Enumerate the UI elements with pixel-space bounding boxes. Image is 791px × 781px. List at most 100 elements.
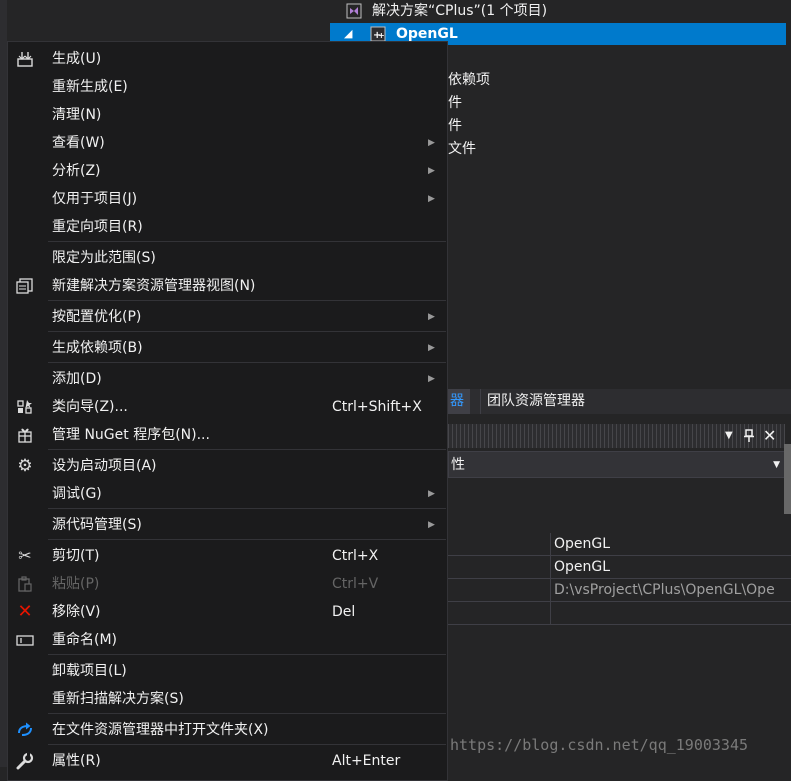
menu-separator	[48, 331, 446, 332]
menu-item-label: 移除(V)	[52, 604, 101, 620]
submenu-arrow-icon: ▶	[428, 312, 435, 322]
menu-item-unload-project[interactable]: 卸载项目(L)	[8, 657, 447, 685]
menu-item-label: 类向导(Z)...	[52, 399, 128, 415]
property-row[interactable]	[448, 602, 791, 625]
close-icon[interactable]: ✕	[763, 424, 776, 448]
new-view-icon	[16, 277, 34, 295]
submenu-arrow-icon: ▶	[428, 520, 435, 530]
menu-separator	[48, 449, 446, 450]
tree-item-headers[interactable]: 件	[448, 92, 462, 114]
class-wizard-icon	[16, 398, 34, 416]
menu-separator	[48, 713, 446, 714]
wrench-icon	[16, 752, 34, 770]
menu-item-label: 源代码管理(S)	[52, 517, 142, 533]
refresh-arrow-icon	[16, 721, 34, 739]
property-divider	[550, 556, 551, 579]
menu-item-build-dependencies[interactable]: 生成依赖项(B) ▶	[8, 334, 447, 362]
menu-item-label: 剪切(T)	[52, 548, 100, 564]
menu-item-build[interactable]: 生成(U)	[8, 45, 447, 73]
property-divider	[550, 579, 551, 602]
tab-team-explorer[interactable]: 团队资源管理器	[480, 389, 591, 414]
menu-item-analyze[interactable]: 分析(Z) ▶	[8, 157, 447, 185]
menu-item-project-only[interactable]: 仅用于项目(J) ▶	[8, 185, 447, 213]
menu-item-clean[interactable]: 清理(N)	[8, 101, 447, 129]
property-row[interactable]: OpenGL	[448, 533, 791, 556]
menu-item-label: 在文件资源管理器中打开文件夹(X)	[52, 722, 269, 738]
menu-item-open-in-file-explorer[interactable]: 在文件资源管理器中打开文件夹(X)	[8, 716, 447, 744]
tree-item-sources[interactable]: 件	[448, 115, 462, 137]
vc-project-icon: + +	[370, 26, 386, 42]
watermark-url: https://blog.csdn.net/qq_19003345	[450, 736, 749, 754]
gear-icon: ⚙	[17, 456, 33, 476]
menu-item-source-control[interactable]: 源代码管理(S) ▶	[8, 511, 447, 539]
property-value: D:\vsProject\CPlus\OpenGL\Ope	[554, 582, 775, 598]
menu-item-manage-nuget[interactable]: 管理 NuGet 程序包(N)...	[8, 421, 447, 449]
pin-icon[interactable]	[743, 424, 755, 448]
menu-item-label: 属性(R)	[52, 753, 101, 769]
submenu-arrow-icon: ▶	[428, 374, 435, 384]
submenu-arrow-icon: ▶	[428, 194, 435, 204]
menu-separator	[48, 241, 446, 242]
menu-item-label: 仅用于项目(J)	[52, 191, 138, 207]
property-value: OpenGL	[554, 559, 611, 575]
menu-item-shortcut: Ctrl+X	[332, 548, 379, 564]
submenu-arrow-icon: ▶	[428, 489, 435, 499]
solution-root-node[interactable]: 解决方案“CPlus”(1 个项目)	[330, 0, 791, 22]
menu-item-label: 生成依赖项(B)	[52, 340, 143, 356]
properties-selector-text: 性	[451, 457, 465, 473]
property-row[interactable]: D:\vsProject\CPlus\OpenGL\Ope	[448, 579, 791, 602]
window-position-dropdown-icon[interactable]: ▼	[725, 424, 733, 448]
menu-item-rebuild[interactable]: 重新生成(E)	[8, 73, 447, 101]
menu-item-label: 重新生成(E)	[52, 79, 128, 95]
menu-item-rescan-solution[interactable]: 重新扫描解决方案(S)	[8, 685, 447, 713]
tree-item-dependencies[interactable]: 依赖项	[448, 69, 490, 91]
tree-item-resources[interactable]: 文件	[448, 138, 476, 160]
properties-header: ▼ ✕	[448, 424, 785, 448]
menu-item-add[interactable]: 添加(D) ▶	[8, 365, 447, 393]
property-row[interactable]: OpenGL	[448, 556, 791, 579]
menu-item-label: 添加(D)	[52, 371, 102, 387]
menu-item-debug[interactable]: 调试(G) ▶	[8, 480, 447, 508]
menu-item-class-wizard[interactable]: 类向导(Z)... Ctrl+Shift+X	[8, 393, 447, 421]
menu-item-paste: 粘贴(P) Ctrl+V	[8, 570, 447, 598]
submenu-arrow-icon: ▶	[428, 166, 435, 176]
menu-item-set-startup-project[interactable]: ⚙ 设为启动项目(A)	[8, 452, 447, 480]
menu-item-remove[interactable]: ✕ 移除(V) Del	[8, 598, 447, 626]
menu-item-cut[interactable]: ✂ 剪切(T) Ctrl+X	[8, 542, 447, 570]
tab-solution-explorer[interactable]: 器	[448, 389, 470, 414]
properties-object-selector[interactable]: 性 ▼	[448, 451, 785, 478]
menu-item-shortcut: Ctrl+Shift+X	[332, 399, 422, 415]
menu-item-label: 生成(U)	[52, 51, 102, 67]
menu-item-properties[interactable]: 属性(R) Alt+Enter	[8, 747, 447, 775]
menu-separator	[48, 508, 446, 509]
menu-separator	[48, 654, 446, 655]
explorer-tab-bar: 器 团队资源管理器	[448, 389, 791, 414]
menu-separator	[48, 300, 446, 301]
menu-item-profile-guided-optimization[interactable]: 按配置优化(P) ▶	[8, 303, 447, 331]
menu-item-shortcut: Del	[332, 604, 356, 620]
scissors-icon: ✂	[18, 546, 32, 565]
menu-item-retarget[interactable]: 重定向项目(R)	[8, 213, 447, 241]
scrollbar-thumb[interactable]	[784, 444, 791, 514]
menu-item-view[interactable]: 查看(W) ▶	[8, 129, 447, 157]
left-edge-strip	[0, 0, 7, 767]
submenu-arrow-icon: ▶	[428, 343, 435, 353]
solution-root-label: 解决方案“CPlus”(1 个项目)	[372, 3, 548, 19]
nuget-package-icon	[16, 426, 34, 444]
menu-separator	[48, 539, 446, 540]
menu-item-rename[interactable]: 重命名(M)	[8, 626, 447, 654]
menu-item-scope-to-this[interactable]: 限定为此范围(S)	[8, 244, 447, 272]
menu-item-label: 新建解决方案资源管理器视图(N)	[52, 278, 256, 294]
menu-item-label: 查看(W)	[52, 135, 105, 151]
menu-item-new-explorer-view[interactable]: 新建解决方案资源管理器视图(N)	[8, 272, 447, 300]
svg-text:+: +	[378, 31, 385, 40]
chevron-down-icon[interactable]: ▼	[773, 452, 780, 479]
menu-item-label: 按配置优化(P)	[52, 309, 142, 325]
menu-item-label: 限定为此范围(S)	[52, 250, 156, 266]
build-icon	[16, 50, 34, 68]
menu-item-label: 分析(Z)	[52, 163, 101, 179]
rename-icon	[16, 631, 34, 649]
menu-item-label: 重定向项目(R)	[52, 219, 143, 235]
menu-item-shortcut: Alt+Enter	[332, 753, 401, 769]
remove-icon: ✕	[17, 601, 33, 622]
